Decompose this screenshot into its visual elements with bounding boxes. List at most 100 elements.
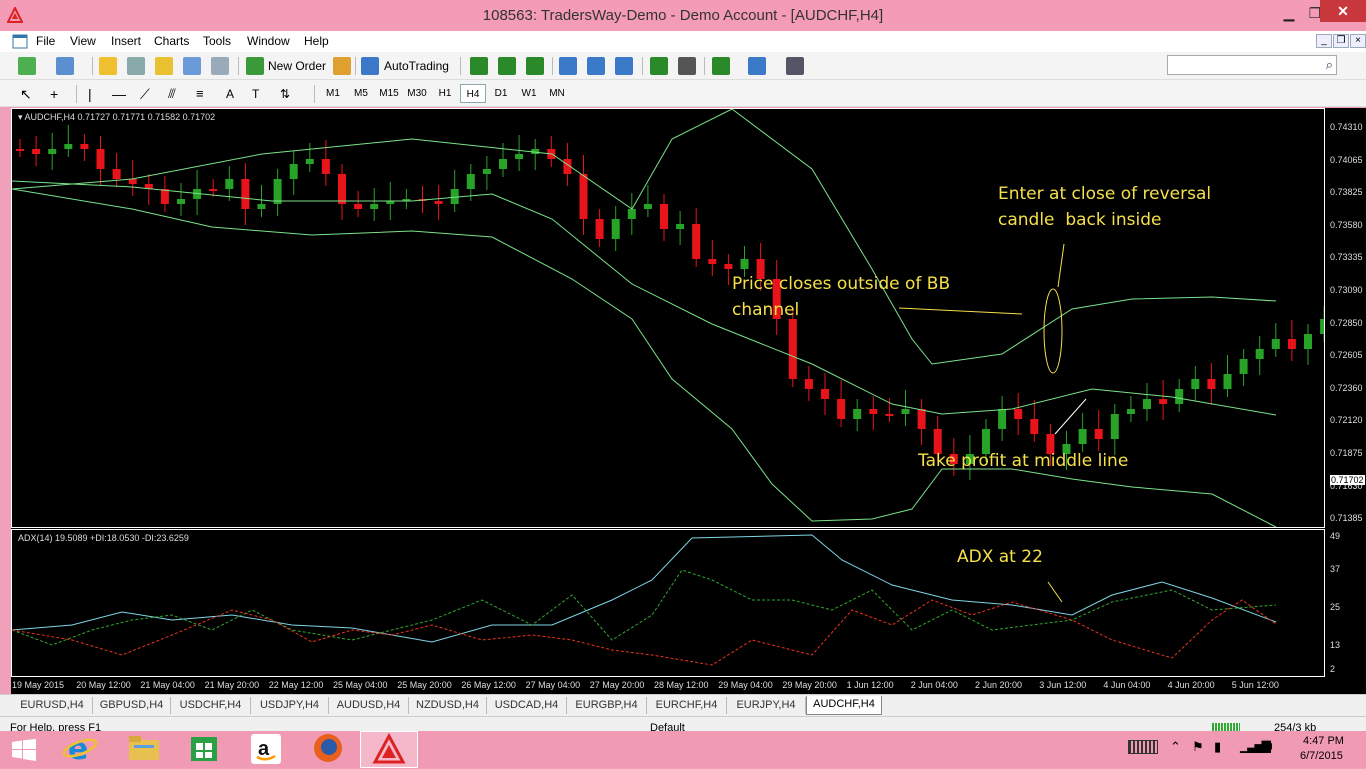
text-icon[interactable]: A xyxy=(226,84,234,104)
zoom-in-icon[interactable] xyxy=(559,57,577,75)
line-chart-icon[interactable] xyxy=(526,57,544,75)
chevron-up-icon[interactable]: ⌃ xyxy=(1170,739,1181,755)
chart-window[interactable]: ▾ AUDCHF,H4 0.71727 0.71771 0.71582 0.71… xyxy=(11,108,1366,694)
candle-body xyxy=(112,169,121,179)
clock-time[interactable]: 4:47 PM xyxy=(1303,735,1344,747)
cursor-icon[interactable]: ↖ xyxy=(20,84,32,104)
tab-usdcad-h4[interactable]: USDCAD,H4 xyxy=(487,697,567,714)
indicators-icon[interactable] xyxy=(712,57,730,75)
time-scale[interactable]: 19 May 2015 20 May 12:00 21 May 04:00 21 Ma… xyxy=(11,677,1366,694)
windows-start-icon[interactable] xyxy=(12,739,36,761)
candle-body xyxy=(1094,429,1103,439)
mdi-restore-button[interactable]: ❐ xyxy=(1333,34,1349,48)
metaeditor-icon[interactable] xyxy=(333,57,351,75)
timeframe-h4[interactable]: H4 xyxy=(460,84,486,103)
minus-di-line xyxy=(12,599,1277,666)
price-pane[interactable]: ▾ AUDCHF,H4 0.71727 0.71771 0.71582 0.71… xyxy=(11,108,1325,528)
adx-indicator-chart[interactable] xyxy=(12,530,1324,676)
new-order-icon[interactable] xyxy=(246,57,264,75)
adx-level-label: 25 xyxy=(1330,602,1341,612)
close-button[interactable]: ✕ xyxy=(1320,0,1366,22)
periods-icon[interactable] xyxy=(748,57,766,75)
amazon-icon[interactable]: a xyxy=(236,731,296,768)
mdi-close-button[interactable]: × xyxy=(1350,34,1366,48)
search-input[interactable] xyxy=(1170,57,1315,73)
tab-usdchf-h4[interactable]: USDCHF,H4 xyxy=(171,697,251,714)
price-label: 0.71875 xyxy=(1330,448,1363,458)
new-chart-icon[interactable] xyxy=(18,57,36,75)
internet-explorer-icon[interactable]: e xyxy=(50,731,110,768)
strategy-tester-icon[interactable] xyxy=(211,57,229,75)
tab-audusd-h4[interactable]: AUDUSD,H4 xyxy=(329,697,409,714)
tab-audchf-h4[interactable]: AUDCHF,H4 xyxy=(806,696,882,715)
profiles-icon[interactable] xyxy=(56,57,74,75)
candlestick-icon[interactable] xyxy=(498,57,516,75)
candle-body xyxy=(660,204,668,229)
menu-help[interactable]: Help xyxy=(304,34,329,48)
auto-scroll-icon[interactable] xyxy=(650,57,668,75)
crosshair-icon[interactable]: + xyxy=(50,84,58,104)
horizontal-line-icon[interactable]: — xyxy=(112,84,126,104)
candle-body xyxy=(64,144,73,149)
timeframe-m5[interactable]: M5 xyxy=(348,84,374,103)
data-window-icon[interactable] xyxy=(155,57,173,75)
tile-windows-icon[interactable] xyxy=(615,57,633,75)
menu-view[interactable]: View xyxy=(70,34,96,48)
timeframe-d1[interactable]: D1 xyxy=(488,84,514,103)
menu-charts[interactable]: Charts xyxy=(154,34,189,48)
menu-file[interactable]: File xyxy=(36,34,55,48)
fibonacci-icon[interactable]: ≡ xyxy=(196,84,204,104)
tab-eurusd-h4[interactable]: EURUSD,H4 xyxy=(12,697,93,714)
tab-gbpusd-h4[interactable]: GBPUSD,H4 xyxy=(93,697,171,714)
tab-nzdusd-h4[interactable]: NZDUSD,H4 xyxy=(409,697,487,714)
network-status-icon[interactable]: ▮ xyxy=(1214,739,1221,755)
vertical-line-icon[interactable]: | xyxy=(88,84,92,104)
menu-tools[interactable]: Tools xyxy=(203,34,231,48)
adx-pane[interactable]: ADX(14) 19.5089 +DI:18.0530 -DI:23.6259 … xyxy=(11,529,1325,677)
file-explorer-icon[interactable] xyxy=(114,731,174,768)
search-icon[interactable]: ⌕ xyxy=(1326,57,1333,73)
candle-body xyxy=(595,219,604,239)
autotrading-icon[interactable] xyxy=(361,57,379,75)
text-label-icon[interactable]: T xyxy=(252,84,259,104)
menu-insert[interactable]: Insert xyxy=(111,34,141,48)
timeframe-m1[interactable]: M1 xyxy=(320,84,346,103)
price-scale[interactable]: 0.74310 0.74065 0.73825 0.73580 0.73335 0.730… xyxy=(1325,108,1366,677)
new-order-button[interactable]: New Order xyxy=(268,56,326,76)
keyboard-icon[interactable] xyxy=(1128,740,1158,754)
terminal-icon[interactable] xyxy=(183,57,201,75)
price-label: 0.73090 xyxy=(1330,285,1363,295)
tab-eurgbp-h4[interactable]: EURGBP,H4 xyxy=(567,697,647,714)
timeframe-mn[interactable]: MN xyxy=(544,84,570,103)
search-box[interactable]: ⌕ xyxy=(1167,55,1337,75)
fibonacci-fan-icon[interactable]: ⫻ xyxy=(168,84,176,104)
tab-eurjpy-h4[interactable]: EURJPY,H4 xyxy=(727,697,806,714)
chart-window-icon[interactable] xyxy=(12,34,28,49)
autotrading-button[interactable]: AutoTrading xyxy=(384,56,449,76)
minimize-button[interactable]: ▁ xyxy=(1276,4,1302,22)
trendline-icon[interactable]: ⟋ xyxy=(140,84,150,104)
menu-window[interactable]: Window xyxy=(247,34,290,48)
flag-icon[interactable]: ⚑ xyxy=(1192,739,1204,755)
arrows-icon[interactable]: ⇅ xyxy=(280,84,290,104)
chart-menu-icon[interactable]: ▾ xyxy=(18,112,23,122)
tab-usdjpy-h4[interactable]: USDJPY,H4 xyxy=(251,697,329,714)
volume-icon[interactable]: 🔈︎ xyxy=(1268,738,1276,754)
timeframe-m30[interactable]: M30 xyxy=(404,84,430,103)
zoom-out-icon[interactable] xyxy=(587,57,605,75)
firefox-icon[interactable] xyxy=(298,731,358,768)
tab-eurchf-h4[interactable]: EURCHF,H4 xyxy=(647,697,727,714)
store-icon[interactable] xyxy=(174,731,234,768)
timeframe-w1[interactable]: W1 xyxy=(516,84,542,103)
navigator-icon[interactable] xyxy=(127,57,145,75)
chart-shift-icon[interactable] xyxy=(678,57,696,75)
clock-date[interactable]: 6/7/2015 xyxy=(1300,750,1343,762)
mdi-minimize-button[interactable]: _ xyxy=(1316,34,1332,48)
metatrader-icon[interactable] xyxy=(360,731,418,768)
market-watch-icon[interactable] xyxy=(99,57,117,75)
timeframe-m15[interactable]: M15 xyxy=(376,84,402,103)
bar-chart-icon[interactable] xyxy=(470,57,488,75)
timeframe-h1[interactable]: H1 xyxy=(432,84,458,103)
templates-icon[interactable] xyxy=(786,57,804,75)
signal-icon[interactable]: ▁▃▅▇ xyxy=(1240,739,1271,753)
